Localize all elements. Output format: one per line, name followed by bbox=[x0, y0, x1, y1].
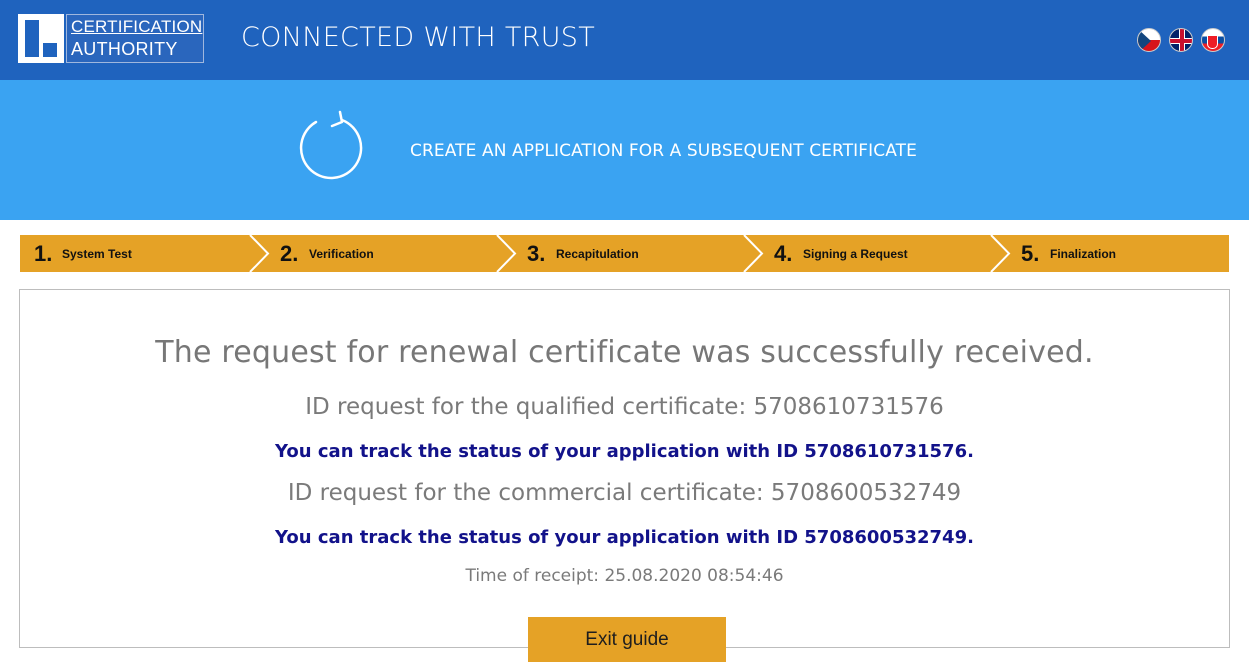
step-number: 1. bbox=[34, 241, 53, 266]
uk-flag-icon[interactable] bbox=[1169, 28, 1193, 52]
step-label: System Test bbox=[62, 247, 132, 261]
commercial-request-id: ID request for the commercial certificat… bbox=[287, 480, 962, 506]
commercial-tracking-note: You can track the status of your applica… bbox=[275, 527, 974, 548]
qualified-request-id: ID request for the qualified certificate… bbox=[305, 394, 944, 420]
exit-guide-button[interactable]: Exit guide bbox=[528, 617, 726, 662]
step-number: 4. bbox=[774, 241, 793, 266]
step-number: 2. bbox=[280, 241, 299, 266]
step-label: Recapitulation bbox=[556, 247, 639, 261]
success-message: The request for renewal certificate was … bbox=[155, 335, 1094, 370]
step-signing-request: 4. Signing a Request bbox=[761, 235, 1008, 272]
qualified-tracking-note: You can track the status of your applica… bbox=[275, 441, 974, 462]
page-title: CREATE AN APPLICATION FOR A SUBSEQUENT C… bbox=[410, 141, 917, 161]
cz-flag-icon[interactable] bbox=[1137, 28, 1161, 52]
tagline: CONNECTED WITH TRUST bbox=[241, 22, 596, 53]
top-bar: CERTIFICATION AUTHORITY CONNECTED WITH T… bbox=[0, 0, 1249, 80]
step-finalization: 5. Finalization bbox=[1008, 235, 1229, 272]
step-recapitulation: 3. Recapitulation bbox=[514, 235, 761, 272]
step-label: Verification bbox=[309, 247, 374, 261]
result-panel: The request for renewal certificate was … bbox=[19, 289, 1230, 648]
certification-authority-logo[interactable]: CERTIFICATION AUTHORITY bbox=[18, 14, 204, 63]
renew-icon bbox=[299, 110, 363, 180]
sk-flag-icon[interactable] bbox=[1201, 28, 1225, 52]
step-number: 5. bbox=[1021, 241, 1040, 266]
step-label: Finalization bbox=[1050, 247, 1116, 261]
language-switcher bbox=[1137, 28, 1225, 52]
step-verification: 2. Verification bbox=[267, 235, 514, 272]
wizard-steps: 1. System Test 2. Verification 3. Recapi… bbox=[20, 235, 1229, 272]
step-system-test: 1. System Test bbox=[20, 235, 267, 272]
step-number: 3. bbox=[527, 241, 546, 266]
hero-banner: CREATE AN APPLICATION FOR A SUBSEQUENT C… bbox=[0, 80, 1249, 220]
logo-mark-icon bbox=[18, 14, 64, 63]
time-of-receipt: Time of receipt: 25.08.2020 08:54:46 bbox=[465, 566, 784, 586]
logo-text: CERTIFICATION AUTHORITY bbox=[66, 14, 204, 63]
step-label: Signing a Request bbox=[803, 247, 908, 261]
logo-line2: AUTHORITY bbox=[71, 39, 178, 59]
logo-line1: CERTIFICATION bbox=[71, 17, 203, 36]
